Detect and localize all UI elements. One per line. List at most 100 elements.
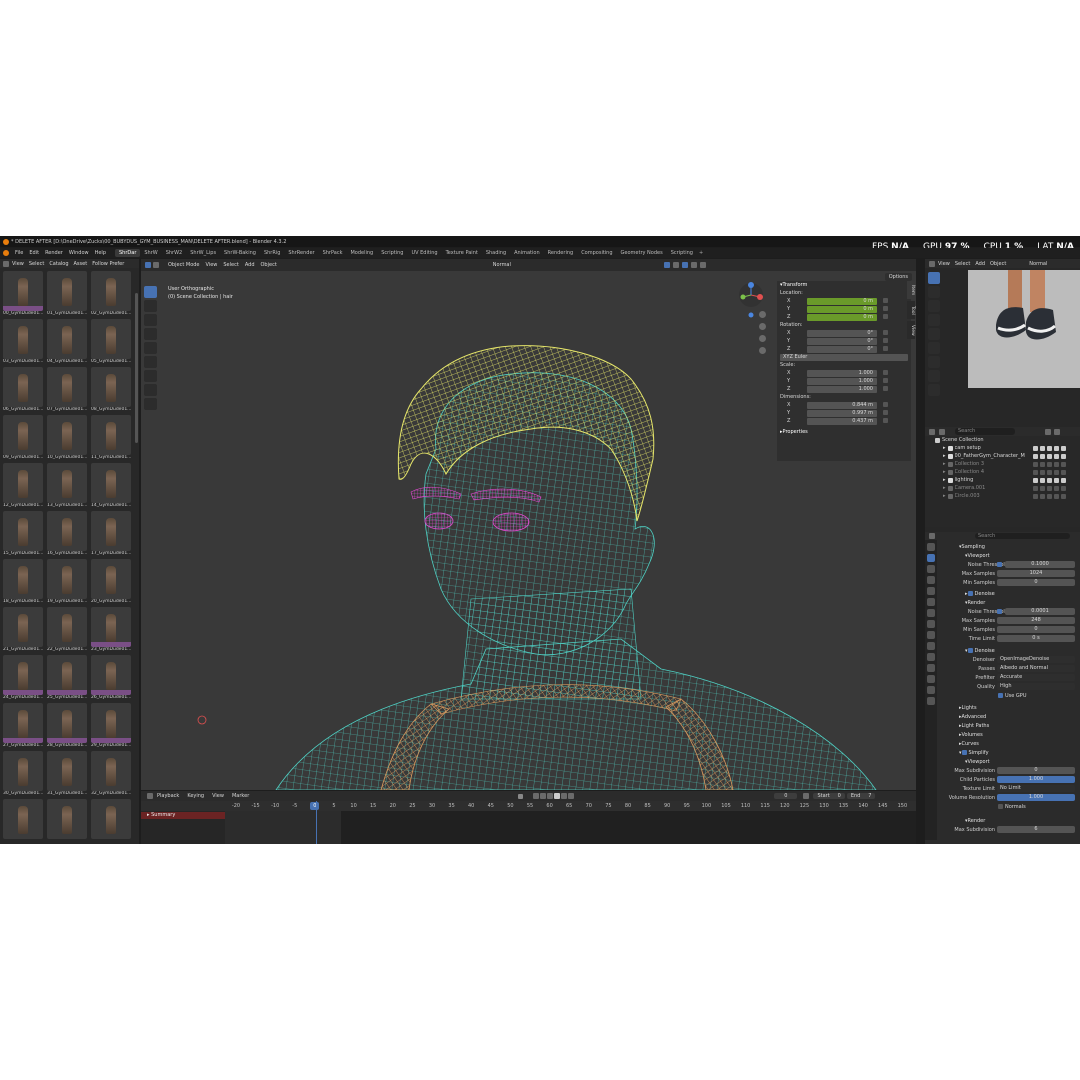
asset-menu-item[interactable]: View — [12, 261, 24, 267]
xray-toggle-icon[interactable] — [672, 262, 679, 268]
lights-panel[interactable]: ▸ Lights — [937, 703, 1080, 712]
passes-dropdown[interactable]: Albedo and Normal — [997, 665, 1075, 672]
asset-thumbnail[interactable]: 02_GymDude01... — [91, 271, 133, 319]
viewport-menu-add[interactable]: Add — [242, 262, 258, 268]
asset-thumbnail[interactable]: 31_GymDude01... — [47, 751, 89, 799]
asset-thumbnail[interactable]: 22_GymDude01... — [47, 607, 89, 655]
asset-menu-item[interactable]: Follow Prefer — [92, 261, 124, 267]
output-tab-icon[interactable] — [927, 565, 935, 573]
expand-arrow-icon[interactable]: ▸ — [943, 477, 946, 483]
select-toggle-icon[interactable] — [1039, 445, 1045, 451]
sidebar-tab-view[interactable]: View — [907, 321, 915, 339]
lock-icon[interactable] — [883, 346, 888, 351]
menu-edit[interactable]: Edit — [26, 250, 42, 256]
transform-tool[interactable] — [928, 342, 940, 354]
exclude-checkbox[interactable] — [1032, 477, 1038, 483]
normals-row[interactable]: Normals — [937, 802, 1080, 811]
asset-thumbnail[interactable]: 12_GymDude01... — [3, 463, 45, 511]
outliner-item[interactable]: ▸ 00_FatherGym_Character_Main — [925, 452, 1080, 460]
eye-icon[interactable] — [1046, 469, 1052, 475]
asset-thumbnail[interactable]: 17_GymDude01... — [91, 511, 133, 559]
lock-icon[interactable] — [883, 314, 888, 319]
dimensions-field[interactable]: 0.437 m — [807, 417, 877, 425]
summary-channel[interactable]: ▸ Summary — [141, 812, 225, 819]
workspace-tab-9[interactable]: Scripting — [377, 249, 407, 257]
menu-render[interactable]: Render — [42, 250, 66, 256]
menu-help[interactable]: Help — [92, 250, 109, 256]
volumes-panel[interactable]: ▸ Volumes — [937, 730, 1080, 739]
lock-icon[interactable] — [883, 330, 888, 335]
exclude-checkbox[interactable] — [1032, 493, 1038, 499]
expand-arrow-icon[interactable]: ▸ — [943, 493, 946, 499]
workspace-tab-13[interactable]: Animation — [510, 249, 544, 257]
scene-collection-row[interactable]: Scene Collection — [925, 436, 1080, 444]
pan-hand-icon[interactable] — [759, 323, 766, 330]
asset-thumbnail[interactable]: 25_GymDude01... — [47, 655, 89, 703]
texture-limit-dropdown[interactable]: No Limit — [997, 785, 1075, 792]
sampling-panel-header[interactable]: ▾ Sampling — [937, 542, 1080, 551]
r-max-samples-field[interactable]: 248 — [997, 617, 1075, 624]
move-tool[interactable] — [144, 314, 157, 326]
select-toggle-icon[interactable] — [1039, 477, 1045, 483]
render-tab-icon[interactable] — [927, 554, 935, 562]
eye-icon[interactable] — [1046, 453, 1052, 459]
child-particles-slider[interactable]: 1.000 — [997, 776, 1075, 783]
annotate-tool[interactable] — [928, 356, 940, 368]
timeline-menu-playback[interactable]: Playback — [153, 793, 183, 799]
viewport-menu-view[interactable]: View — [203, 262, 221, 268]
asset-thumbnail[interactable]: 03_GymDude01... — [3, 319, 45, 367]
camera-render-icon[interactable] — [1060, 461, 1066, 467]
select-mode-icon[interactable] — [153, 262, 159, 268]
vp-noise-threshold-field[interactable]: 0.1000 — [1005, 561, 1075, 568]
outliner-item[interactable]: ▸ Collection 4 — [925, 468, 1080, 476]
timeline-ruler[interactable]: -20 -15 -10 -5 0 5 10 15 20 25 30 35 40 45 50 55 60 65 70 7… — [141, 801, 916, 811]
viewport-subpanel-header[interactable]: ▾ Viewport — [937, 551, 1080, 560]
eye-icon[interactable] — [1046, 461, 1052, 467]
rotation-field[interactable]: 0° — [807, 337, 877, 345]
simplify-viewport-subpanel[interactable]: ▾ Viewport — [937, 757, 1080, 766]
menu-window[interactable]: Window — [66, 250, 92, 256]
scale-tool[interactable] — [928, 328, 940, 340]
add-cube-tool[interactable] — [144, 398, 157, 410]
select-toggle-icon[interactable] — [1039, 493, 1045, 499]
asset-menu-item[interactable]: Asset — [74, 261, 88, 267]
workspace-tab-1[interactable]: ShrW — [140, 249, 161, 257]
asset-thumbnail[interactable]: 07_GymDude01... — [47, 367, 89, 415]
workspace-tab-8[interactable]: Modeling — [346, 249, 377, 257]
workspace-tab-15[interactable]: Compositing — [577, 249, 616, 257]
add-workspace-icon[interactable]: + — [699, 250, 703, 256]
eye-icon[interactable] — [1046, 485, 1052, 491]
workspace-tab-14[interactable]: Rendering — [544, 249, 578, 257]
scene-tab-icon[interactable] — [927, 587, 935, 595]
properties-search-input[interactable]: Search — [975, 533, 1070, 539]
use-gpu-row[interactable]: Use GPU — [937, 691, 1080, 700]
options-button[interactable]: Options — [884, 273, 912, 281]
lock-icon[interactable] — [883, 298, 888, 303]
camera-view-menu-add[interactable]: Add — [975, 261, 985, 267]
editor-type-icon[interactable] — [929, 260, 935, 267]
lock-icon[interactable] — [883, 386, 888, 391]
select-toggle-icon[interactable] — [1039, 469, 1045, 475]
rotation-field[interactable]: 0° — [807, 329, 877, 337]
r-noise-threshold-field[interactable]: 0.0001 — [1005, 608, 1075, 615]
time-limit-field[interactable]: 0 s — [997, 635, 1075, 642]
editor-type-icon[interactable] — [145, 262, 151, 268]
select-toggle-icon[interactable] — [1039, 453, 1045, 459]
asset-thumbnail[interactable]: 06_GymDude01... — [3, 367, 45, 415]
camera-render-icon[interactable] — [1060, 469, 1066, 475]
eye-icon[interactable] — [1046, 445, 1052, 451]
light-paths-panel[interactable]: ▸ Light Paths — [937, 721, 1080, 730]
play-icon[interactable] — [554, 793, 561, 799]
timeline-menu-keying[interactable]: Keying — [183, 793, 208, 799]
workspace-tab-5[interactable]: ShrRig — [260, 249, 284, 257]
overlay-toggle-icon[interactable] — [663, 262, 670, 268]
camera-render-icon[interactable] — [1060, 477, 1066, 483]
viewport-toggle-icon[interactable] — [1053, 485, 1059, 491]
camera-view-menu-object[interactable]: Object — [990, 261, 1006, 267]
select-toggle-icon[interactable] — [1039, 461, 1045, 467]
s-max-subdivision-field[interactable]: 0 — [997, 767, 1075, 774]
expand-arrow-icon[interactable]: ▸ — [943, 445, 946, 451]
scale-field[interactable]: 1.000 — [807, 385, 877, 393]
vp-min-samples-field[interactable]: 0 — [997, 579, 1075, 586]
keyframe-area[interactable] — [341, 811, 916, 844]
